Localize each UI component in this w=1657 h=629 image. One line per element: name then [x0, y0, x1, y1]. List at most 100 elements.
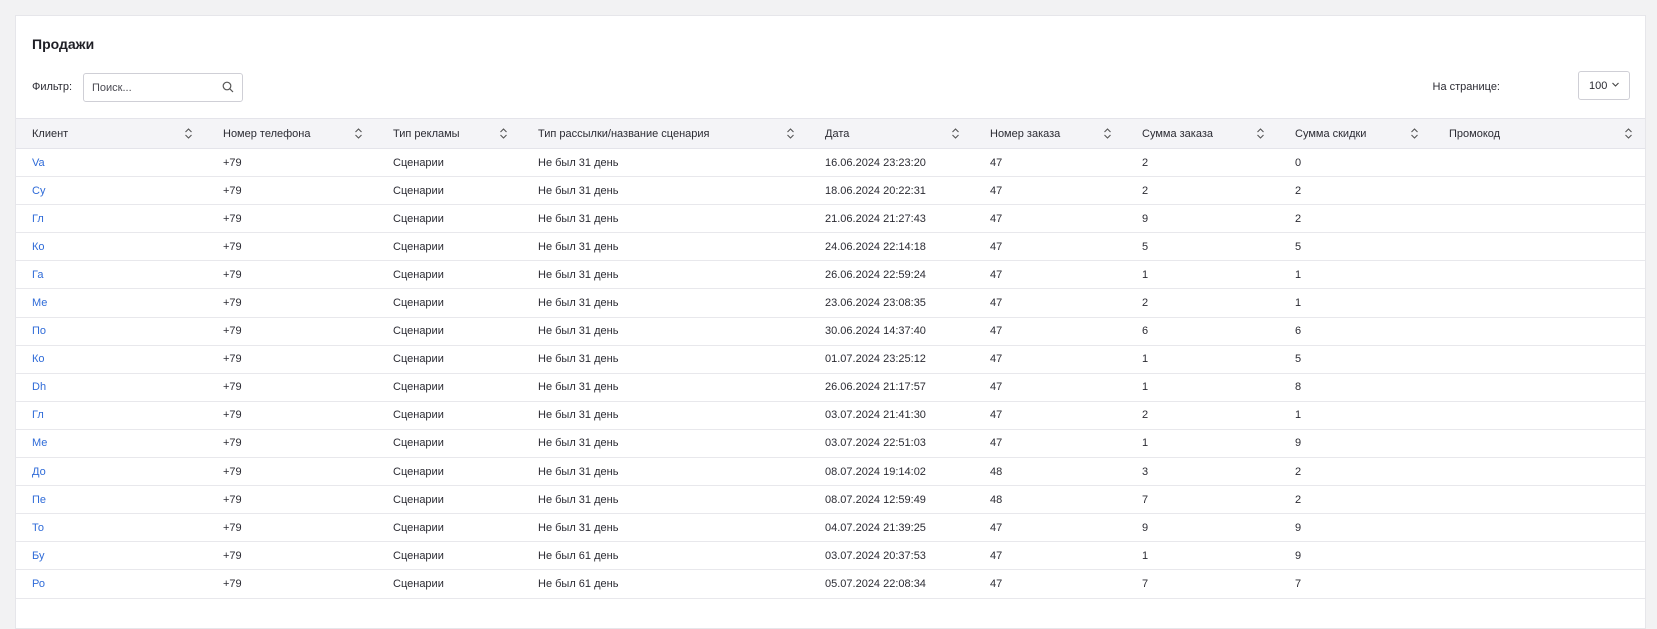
- client-link[interactable]: Ро: [32, 578, 45, 590]
- column-header-date[interactable]: Дата: [809, 118, 974, 149]
- table-row[interactable]: Ро +79 Сценарии Не был 61 день 05.07.2024 22…: [16, 569, 1645, 599]
- column-header-label: Тип рекламы: [393, 127, 460, 140]
- column-header-ad-type[interactable]: Тип рекламы: [377, 118, 522, 149]
- column-header-promo-code[interactable]: Промокод: [1433, 118, 1645, 149]
- table-row[interactable]: Пе +79 Сценарии Не был 31 день 08.07.2024 12…: [16, 485, 1645, 515]
- client-link[interactable]: По: [32, 325, 46, 337]
- cell-date: 21.06.2024 21:27:43: [809, 204, 974, 234]
- column-header-discount-sum[interactable]: Сумма скидки: [1279, 118, 1433, 149]
- cell-value: 47: [990, 184, 1003, 197]
- table-row[interactable]: Га +79 Сценарии Не был 31 день 26.06.2024 22…: [16, 260, 1645, 290]
- table-row[interactable]: Ко +79 Сценарии Не был 31 день 24.06.2024 22…: [16, 232, 1645, 262]
- cell-order-sum: 7: [1126, 569, 1279, 599]
- table-row[interactable]: До +79 Сценарии Не был 31 день 08.07.2024 19…: [16, 457, 1645, 487]
- sort-icon[interactable]: [1103, 127, 1112, 140]
- cell-ad-type: Сценарии: [377, 204, 522, 234]
- cell-client[interactable]: Ме: [16, 288, 207, 318]
- table-row[interactable]: Ме +79 Сценарии Не был 31 день 23.06.2024 23…: [16, 288, 1645, 318]
- table-row[interactable]: Су +79 Сценарии Не был 31 день 18.06.2024 20…: [16, 176, 1645, 206]
- search-icon[interactable]: [222, 81, 234, 93]
- cell-client[interactable]: Ко: [16, 345, 207, 374]
- cell-order-sum: 9: [1126, 204, 1279, 234]
- cell-client[interactable]: Ко: [16, 232, 207, 262]
- client-link[interactable]: Гл: [32, 213, 44, 225]
- cell-client[interactable]: Dh: [16, 373, 207, 402]
- cell-value: 47: [990, 240, 1003, 253]
- cell-date: 26.06.2024 21:17:57: [809, 373, 974, 402]
- cell-order-sum: 2: [1126, 148, 1279, 178]
- per-page-select[interactable]: 100: [1578, 71, 1630, 100]
- client-link[interactable]: Су: [32, 185, 45, 197]
- sort-icon[interactable]: [786, 127, 795, 140]
- cell-order-number: 47: [974, 148, 1126, 178]
- cell-client[interactable]: Гл: [16, 401, 207, 430]
- cell-client[interactable]: То: [16, 513, 207, 543]
- cell-ad-type: Сценарии: [377, 569, 522, 599]
- cell-client[interactable]: Пе: [16, 485, 207, 515]
- client-link[interactable]: Ме: [32, 297, 47, 309]
- cell-discount-sum: 6: [1279, 317, 1433, 346]
- client-link[interactable]: Ко: [32, 241, 45, 253]
- cell-client[interactable]: Ро: [16, 569, 207, 599]
- cell-client[interactable]: Га: [16, 260, 207, 290]
- cell-value: 24.06.2024 22:14:18: [825, 240, 926, 253]
- cell-client[interactable]: До: [16, 457, 207, 487]
- search-input[interactable]: [92, 80, 212, 96]
- cell-value: Сценарии: [393, 521, 444, 534]
- sort-icon[interactable]: [1256, 127, 1265, 140]
- cell-value: 2: [1142, 409, 1149, 422]
- client-link[interactable]: Бу: [32, 550, 44, 562]
- column-header-order-number[interactable]: Номер заказа: [974, 118, 1126, 149]
- sort-icon[interactable]: [951, 127, 960, 140]
- cell-client[interactable]: Гл: [16, 204, 207, 234]
- cell-client[interactable]: Va: [16, 148, 207, 178]
- table-row[interactable]: По +79 Сценарии Не был 31 день 30.06.2024 14…: [16, 317, 1645, 346]
- client-link[interactable]: Га: [32, 269, 43, 281]
- client-link[interactable]: До: [32, 466, 46, 478]
- table-row[interactable]: Гл +79 Сценарии Не был 31 день 21.06.2024 21…: [16, 204, 1645, 234]
- column-header-scenario[interactable]: Тип рассылки/название сценария: [522, 118, 809, 149]
- cell-discount-sum: 2: [1279, 176, 1433, 206]
- cell-promo-code: [1433, 260, 1645, 290]
- cell-order-sum: 3: [1126, 457, 1279, 487]
- cell-date: 03.07.2024 21:41:30: [809, 401, 974, 430]
- cell-phone: +79: [207, 541, 377, 571]
- sort-icon[interactable]: [1410, 127, 1419, 140]
- table-row[interactable]: Dh +79 Сценарии Не был 31 день 26.06.2024 21…: [16, 373, 1645, 402]
- cell-client[interactable]: По: [16, 317, 207, 346]
- column-header-order-sum[interactable]: Сумма заказа: [1126, 118, 1279, 149]
- sort-icon[interactable]: [184, 127, 193, 140]
- client-link[interactable]: Dh: [32, 381, 46, 393]
- table-row[interactable]: Бу +79 Сценарии Не был 61 день 03.07.2024 20…: [16, 541, 1645, 571]
- client-link[interactable]: Va: [32, 157, 45, 169]
- client-link[interactable]: Ко: [32, 353, 45, 365]
- table-row[interactable]: То +79 Сценарии Не был 31 день 04.07.2024 21…: [16, 513, 1645, 543]
- search-box[interactable]: [83, 73, 243, 102]
- cell-value: 04.07.2024 21:39:25: [825, 521, 926, 534]
- table-row[interactable]: Гл +79 Сценарии Не был 31 день 03.07.2024 21…: [16, 401, 1645, 430]
- cell-order-sum: 2: [1126, 288, 1279, 318]
- client-link[interactable]: Гл: [32, 409, 44, 421]
- cell-discount-sum: 1: [1279, 401, 1433, 430]
- cell-value: Не был 31 день: [538, 465, 619, 478]
- sort-icon[interactable]: [1624, 127, 1633, 140]
- per-page-value: 100: [1589, 80, 1608, 92]
- sort-icon[interactable]: [354, 127, 363, 140]
- table-row[interactable]: Va +79 Сценарии Не был 31 день 16.06.2024 23…: [16, 148, 1645, 178]
- cell-value: 9: [1295, 437, 1302, 450]
- column-header-phone[interactable]: Номер телефона: [207, 118, 377, 149]
- cell-value: +79: [223, 268, 242, 281]
- cell-client[interactable]: Бу: [16, 541, 207, 571]
- table-row[interactable]: Ко +79 Сценарии Не был 31 день 01.07.2024 23…: [16, 345, 1645, 374]
- cell-ad-type: Сценарии: [377, 345, 522, 374]
- client-link[interactable]: Пе: [32, 494, 46, 506]
- client-link[interactable]: То: [32, 522, 44, 534]
- column-header-client[interactable]: Клиент: [16, 118, 207, 149]
- cell-date: 18.06.2024 20:22:31: [809, 176, 974, 206]
- cell-client[interactable]: Су: [16, 176, 207, 206]
- sort-icon[interactable]: [499, 127, 508, 140]
- client-link[interactable]: Ме: [32, 437, 47, 449]
- cell-value: 5: [1295, 353, 1302, 366]
- cell-client[interactable]: Ме: [16, 429, 207, 459]
- table-row[interactable]: Ме +79 Сценарии Не был 31 день 03.07.2024 22…: [16, 429, 1645, 459]
